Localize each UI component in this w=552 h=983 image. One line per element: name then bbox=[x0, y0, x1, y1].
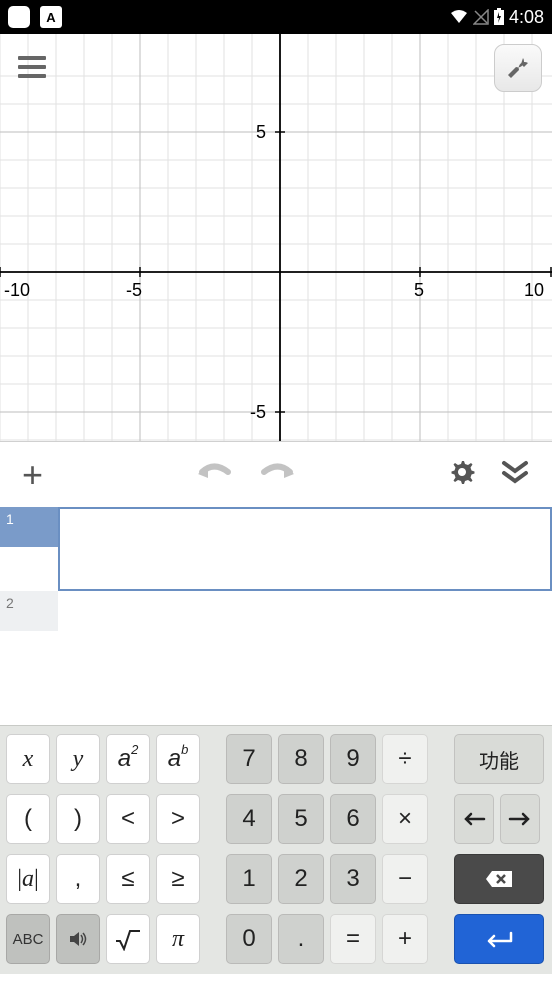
math-keyboard: x y a2 ab 7 8 9 ÷ 功能 ( ) < > 4 5 6 × |a|… bbox=[0, 725, 552, 974]
expression-list: 1 2 bbox=[0, 507, 552, 631]
key-9[interactable]: 9 bbox=[330, 734, 376, 784]
key-le[interactable]: ≤ bbox=[106, 854, 150, 904]
key-rparen[interactable]: ) bbox=[56, 794, 100, 844]
ime-indicator: A bbox=[40, 6, 62, 28]
enter-icon bbox=[481, 929, 517, 949]
status-bar: A 4:08 bbox=[0, 0, 552, 34]
key-2[interactable]: 2 bbox=[278, 854, 324, 904]
key-equals[interactable]: = bbox=[330, 914, 376, 964]
key-5[interactable]: 5 bbox=[278, 794, 324, 844]
expression-input[interactable] bbox=[58, 507, 552, 591]
expression-row-2[interactable] bbox=[58, 591, 552, 631]
settings-button[interactable] bbox=[440, 458, 484, 491]
key-lparen[interactable]: ( bbox=[6, 794, 50, 844]
key-1[interactable]: 1 bbox=[226, 854, 272, 904]
key-audio[interactable] bbox=[56, 914, 100, 964]
key-functions[interactable]: 功能 bbox=[454, 734, 544, 784]
clock: 4:08 bbox=[509, 7, 544, 28]
key-3[interactable]: 3 bbox=[330, 854, 376, 904]
key-pi[interactable]: π bbox=[156, 914, 200, 964]
add-expression-button[interactable]: + bbox=[14, 454, 51, 496]
key-plus[interactable]: + bbox=[382, 914, 428, 964]
key-0[interactable]: 0 bbox=[226, 914, 272, 964]
key-power[interactable]: ab bbox=[156, 734, 200, 784]
key-y[interactable]: y bbox=[56, 734, 100, 784]
key-dot[interactable]: . bbox=[278, 914, 324, 964]
key-minus[interactable]: − bbox=[382, 854, 428, 904]
undo-button[interactable] bbox=[186, 459, 242, 490]
key-backspace[interactable] bbox=[454, 854, 544, 904]
graph-canvas[interactable]: -10 -5 5 10 5 -5 bbox=[0, 34, 552, 441]
blank-area bbox=[0, 631, 552, 725]
key-enter[interactable] bbox=[454, 914, 544, 964]
redo-icon bbox=[258, 459, 298, 485]
key-divide[interactable]: ÷ bbox=[382, 734, 428, 784]
collapse-button[interactable] bbox=[492, 459, 538, 490]
key-4[interactable]: 4 bbox=[226, 794, 272, 844]
svg-text:-5: -5 bbox=[126, 280, 142, 300]
wrench-icon bbox=[505, 55, 531, 81]
key-x[interactable]: x bbox=[6, 734, 50, 784]
undo-icon bbox=[194, 459, 234, 485]
expression-index: 1 bbox=[0, 507, 58, 547]
backspace-icon bbox=[484, 869, 514, 889]
key-6[interactable]: 6 bbox=[330, 794, 376, 844]
expression-index: 2 bbox=[0, 591, 58, 631]
key-abc[interactable]: ABC bbox=[6, 914, 50, 964]
key-8[interactable]: 8 bbox=[278, 734, 324, 784]
svg-text:10: 10 bbox=[524, 280, 544, 300]
svg-text:5: 5 bbox=[256, 122, 266, 142]
signal-icon bbox=[473, 9, 489, 25]
speaker-icon bbox=[68, 930, 88, 948]
key-lt[interactable]: < bbox=[106, 794, 150, 844]
svg-text:5: 5 bbox=[414, 280, 424, 300]
tools-button[interactable] bbox=[494, 44, 542, 92]
key-square[interactable]: a2 bbox=[106, 734, 150, 784]
key-right-arrow[interactable] bbox=[500, 794, 540, 844]
key-multiply[interactable]: × bbox=[382, 794, 428, 844]
key-ge[interactable]: ≥ bbox=[156, 854, 200, 904]
arrow-left-icon bbox=[462, 812, 486, 826]
expression-row-1[interactable]: 1 bbox=[0, 507, 552, 591]
key-abs[interactable]: |a| bbox=[6, 854, 50, 904]
svg-text:-10: -10 bbox=[4, 280, 30, 300]
arrow-right-icon bbox=[508, 812, 532, 826]
key-sqrt[interactable] bbox=[106, 914, 150, 964]
menu-button[interactable] bbox=[18, 56, 46, 83]
key-comma[interactable]: , bbox=[56, 854, 100, 904]
svg-text:-5: -5 bbox=[250, 402, 266, 422]
input-toolbar: + bbox=[0, 441, 552, 507]
gear-icon bbox=[448, 458, 476, 486]
chevron-double-down-icon bbox=[500, 459, 530, 485]
key-7[interactable]: 7 bbox=[226, 734, 272, 784]
key-left-arrow[interactable] bbox=[454, 794, 494, 844]
key-gt[interactable]: > bbox=[156, 794, 200, 844]
sqrt-icon bbox=[114, 927, 142, 951]
app-icon bbox=[8, 6, 30, 28]
redo-button[interactable] bbox=[250, 459, 306, 490]
battery-icon bbox=[493, 8, 505, 26]
coordinate-grid: -10 -5 5 10 5 -5 bbox=[0, 34, 552, 441]
wifi-icon bbox=[449, 9, 469, 25]
